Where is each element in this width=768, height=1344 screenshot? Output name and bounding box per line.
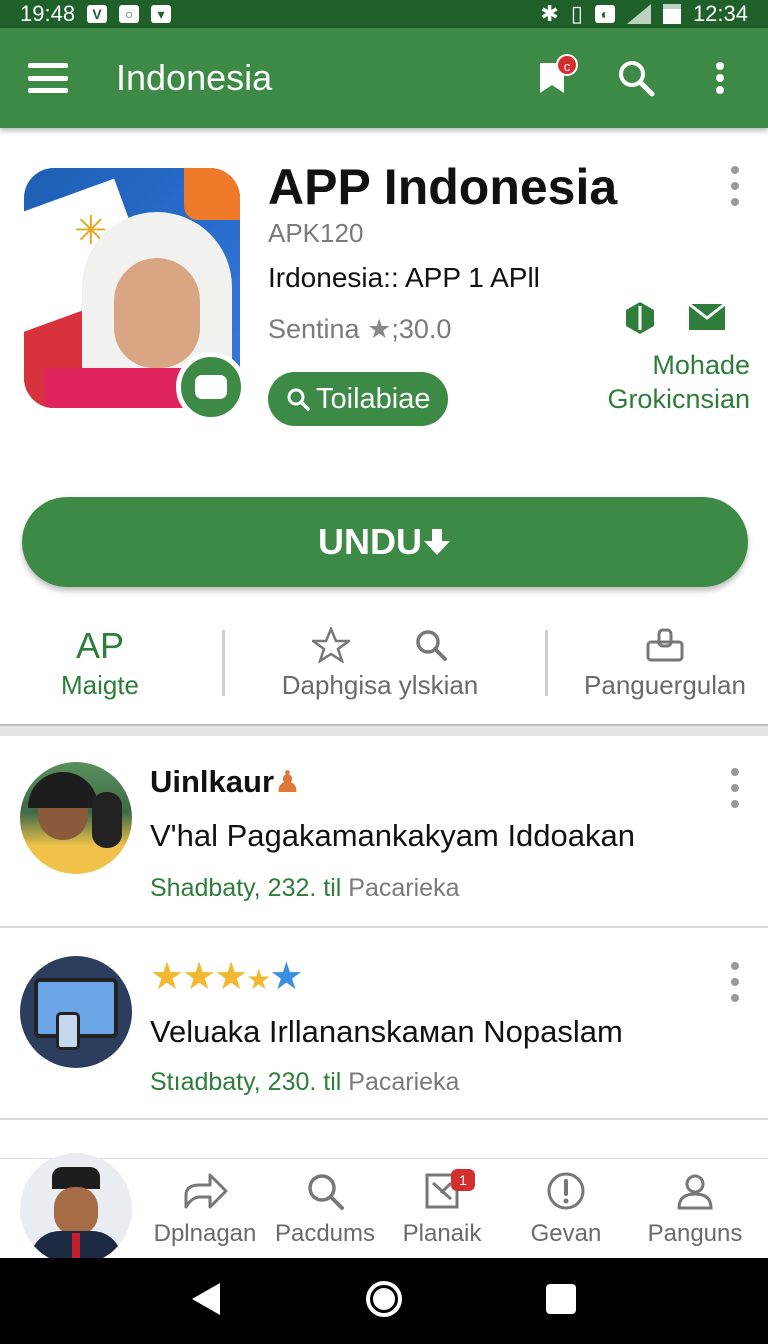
rating-stars: ★★★★★: [150, 954, 303, 999]
person-icon: [677, 1174, 713, 1210]
tab-label: Daphgisa ylskian: [281, 670, 479, 700]
notification-button[interactable]: c: [532, 54, 578, 98]
overflow-menu-button[interactable]: [700, 58, 740, 98]
share-box-icon: [646, 628, 684, 662]
tab-row: AP Maigte Daphgisa ylskian Panguergulan: [0, 620, 768, 710]
tab-label: Maigte: [60, 670, 140, 700]
pill-button-label: Toilabiae: [316, 382, 431, 415]
shield-icon[interactable]: [623, 300, 657, 336]
nav-item-gevan[interactable]: Gevan: [501, 1171, 631, 1248]
list-item-meta: Shadbaty, 232. til Pacarieka: [150, 874, 460, 902]
search-button[interactable]: [616, 58, 656, 98]
download-button-label: UNDU: [318, 521, 422, 562]
tab-panguergulan[interactable]: Panguergulan: [580, 620, 750, 710]
nav-label: Pacdums: [274, 1220, 376, 1247]
mail-icon[interactable]: [687, 300, 727, 332]
data-icon: ◐: [594, 5, 615, 23]
pill-search-button[interactable]: Toilabiae: [268, 372, 449, 426]
download-notification-icon: ▾: [151, 5, 172, 23]
status-bar-left: 19:48 V ○ ▾: [20, 1, 172, 27]
app-title: APP Indonesia: [268, 159, 618, 215]
app-bar-actions: c: [532, 54, 740, 98]
star-icon: ★: [182, 956, 216, 998]
profile-avatar[interactable]: [20, 1153, 132, 1265]
nav-item-pacdums[interactable]: Pacdums: [260, 1171, 390, 1248]
download-button[interactable]: UNDU: [22, 497, 748, 587]
search-icon: [416, 630, 447, 661]
status-bar: 19:48 V ○ ▾ ✱ ▯ ◐ 12:34: [0, 0, 768, 28]
list-item-text: V'hal Pagakamankakyam Iddoakan: [150, 818, 635, 853]
app-bar-title: Indonesia: [116, 57, 273, 98]
rating-value: ;30.0: [391, 314, 452, 344]
tab-divider: [545, 630, 548, 696]
app-more-icon[interactable]: [720, 166, 750, 206]
tab-ap-icon: AP: [75, 625, 125, 666]
home-icon[interactable]: [364, 1279, 404, 1324]
avatar: [20, 762, 132, 874]
vibrate-icon: ▯: [570, 1, 583, 26]
star-outline-icon: [312, 627, 350, 663]
back-icon[interactable]: [190, 1281, 224, 1322]
list-item-more-icon[interactable]: [720, 768, 750, 808]
recents-icon[interactable]: [544, 1282, 578, 1321]
star-half-icon: ★: [246, 964, 271, 995]
corner-badge-icon: [184, 168, 240, 220]
list-item-more-icon[interactable]: [720, 962, 750, 1002]
download-arrow-icon: [424, 529, 450, 555]
nav-label: Gevan: [530, 1220, 602, 1247]
app-bar: Indonesia c: [0, 28, 768, 128]
app-rating: Sentina ★;30.0: [268, 314, 451, 345]
side-actions: Mohade Grokicnsian: [600, 300, 750, 416]
status-bar-right: ✱ ▯ ◐ 12:34: [540, 1, 748, 27]
hamburger-menu-icon[interactable]: [28, 63, 68, 93]
star-icon: ★: [367, 314, 392, 344]
share-arrow-icon: [184, 1173, 228, 1209]
rating-label: Sentina: [268, 314, 360, 344]
tab-divider: [222, 630, 225, 696]
notification-badge: c: [556, 54, 578, 76]
side-label-1: Mohade: [652, 350, 750, 380]
more-vertical-icon: [716, 62, 724, 94]
avatar: [20, 956, 132, 1068]
app-subtitle: Irdonesia:: APP 1 APll: [268, 262, 540, 293]
chat-badge-icon: [176, 352, 246, 422]
nav-item-panguns[interactable]: Panguns: [630, 1171, 760, 1248]
sync-icon: ○: [119, 5, 140, 23]
search-icon: [308, 1174, 344, 1210]
app-notification-icon: V: [87, 5, 108, 23]
tab-label: Panguergulan: [584, 670, 746, 700]
tab-maigte[interactable]: AP Maigte: [30, 620, 170, 710]
side-label-2: Grokicnsian: [607, 384, 750, 414]
nav-label: Planaik: [402, 1220, 482, 1247]
app-developer: APK120: [268, 218, 364, 248]
tab-daphgisa[interactable]: Daphgisa ylskian: [260, 620, 500, 710]
search-icon: [619, 61, 655, 97]
nav-item-dplnagan[interactable]: Dplnagan: [140, 1171, 270, 1248]
clock-right: 12:34: [692, 1, 748, 26]
star-icon: ★: [269, 956, 303, 998]
alert-circle-icon: [547, 1172, 585, 1210]
list-item[interactable]: Uinlkaur♟ V'hal Pagakamankakyam Iddoakan…: [0, 738, 768, 928]
nav-item-planaik[interactable]: 1 Planaik: [377, 1169, 507, 1248]
system-navigation-bar: [0, 1258, 768, 1344]
search-icon: [287, 388, 310, 411]
person-pin-icon: ♟: [274, 766, 301, 799]
star-icon: ★: [214, 956, 248, 998]
nav-label: Dplnagan: [153, 1220, 257, 1247]
battery-icon: [662, 4, 681, 24]
signal-icon: [626, 4, 651, 24]
nav-badge: 1: [451, 1169, 475, 1191]
nav-label: Panguns: [647, 1220, 743, 1247]
clock-left: 19:48: [20, 1, 76, 26]
bottom-navigation: Dplnagan Pacdums 1 Planaik Gevan Panguns: [0, 1153, 768, 1265]
list-item-text: Veluaka Irllananskaмan Nopaslam: [150, 1014, 623, 1049]
bluetooth-icon: ✱: [540, 1, 559, 26]
star-icon: ★: [150, 956, 184, 998]
section-separator: [0, 724, 768, 736]
list-item-meta: Stıadbaty, 230. til Pacarieka: [150, 1068, 460, 1096]
list-item-title: Uinlkaur♟: [150, 764, 301, 799]
list-item[interactable]: ★★★★★ Veluaka Irllananskaмan Nopaslam St…: [0, 930, 768, 1120]
